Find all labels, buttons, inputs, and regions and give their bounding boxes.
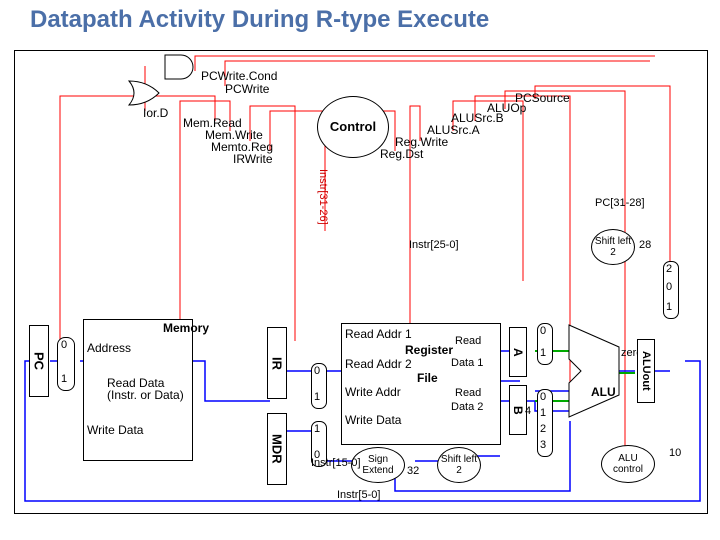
lbl-address: Address	[87, 341, 131, 355]
mux-alusrcb-3: 3	[540, 439, 546, 451]
and-gate-icon	[163, 53, 198, 81]
lbl-readaddr2: Read Addr 2	[345, 357, 412, 371]
lbl-file: File	[417, 371, 438, 385]
mux-regdst-0: 0	[314, 365, 320, 377]
mux-alusrcb-1: 1	[540, 407, 546, 419]
mux-alusrca-0: 0	[540, 325, 546, 337]
mdr-register: MDR	[267, 413, 287, 485]
pc-register: PC	[29, 325, 49, 397]
lbl-pcwritecond: PCWrite.Cond	[201, 69, 277, 83]
ir-register: IR	[267, 327, 287, 399]
lbl-pcwrite: PCWrite	[225, 82, 269, 96]
mux-iord-1: 1	[61, 373, 67, 385]
lbl-writedata2: Write Data	[345, 413, 401, 427]
datapath-canvas: PCWrite.Cond PCWrite Ior.D Mem.Read Mem.…	[14, 50, 708, 514]
lbl-writedatamem: Write Data	[87, 423, 143, 437]
mux-regdst-1: 1	[314, 391, 320, 403]
lbl-pc3128: PC[31-28]	[595, 197, 645, 209]
lbl-readdatamem: Read Data (Instr. or Data)	[107, 377, 184, 401]
aluout-reg: ALUout	[637, 339, 655, 403]
mux-pcsrc-0: 0	[666, 281, 672, 293]
lbl-10: 10	[669, 447, 681, 459]
mux-alusrca-1: 1	[540, 347, 546, 359]
mux-pcsrc-2: 2	[666, 263, 672, 275]
lbl-4const: 4	[525, 405, 531, 417]
lbl-alusrca: ALUSrc.A	[427, 123, 480, 137]
A-latch: A	[509, 327, 527, 377]
lbl-regwrite: Reg.Write	[395, 135, 448, 149]
lbl-readdata1p: Read	[455, 335, 481, 347]
lbl-32: 32	[407, 465, 419, 477]
lbl-instr3126: Instr[31-26]	[317, 169, 329, 225]
lbl-readdata2p: Read	[455, 387, 481, 399]
lbl-instr250: Instr[25-0]	[409, 239, 459, 251]
mux-alusrcb-0: 0	[540, 391, 546, 403]
mux-iord-0: 0	[61, 339, 67, 351]
lbl-instr50: Instr[5-0]	[337, 489, 380, 501]
alu-block	[567, 323, 621, 419]
lbl-memory: Memory	[163, 321, 209, 335]
mux-pcsrc-1: 1	[666, 301, 672, 313]
control-block: Control	[317, 96, 389, 158]
lbl-irwrite: IRWrite	[233, 152, 273, 166]
page-title: Datapath Activity During R-type Execute	[0, 0, 720, 34]
lbl-alu: ALU	[591, 385, 616, 399]
lbl-instr150: Instr[15-0]	[311, 457, 361, 469]
mux-memtoreg-1: 1	[314, 423, 320, 435]
lbl-28: 28	[639, 239, 651, 251]
shiftleft2-upper: Shift left 2	[591, 229, 635, 265]
lbl-readaddr1: Read Addr 1	[345, 327, 412, 341]
lbl-readdata2: Data 2	[451, 401, 483, 413]
lbl-regfile: Register	[405, 343, 453, 357]
lbl-iord: Ior.D	[143, 106, 168, 120]
lbl-regdst: Reg.Dst	[380, 147, 423, 161]
mux-alusrcb-2: 2	[540, 423, 546, 435]
alucontrol-block: ALU control	[601, 445, 655, 483]
or-gate-icon	[127, 79, 162, 107]
shiftleft2-lower: Shift left 2	[437, 447, 481, 483]
lbl-readdata1: Data 1	[451, 357, 483, 369]
lbl-pcsource: PCSource	[515, 91, 570, 105]
lbl-writeaddr: Write Addr	[345, 385, 401, 399]
